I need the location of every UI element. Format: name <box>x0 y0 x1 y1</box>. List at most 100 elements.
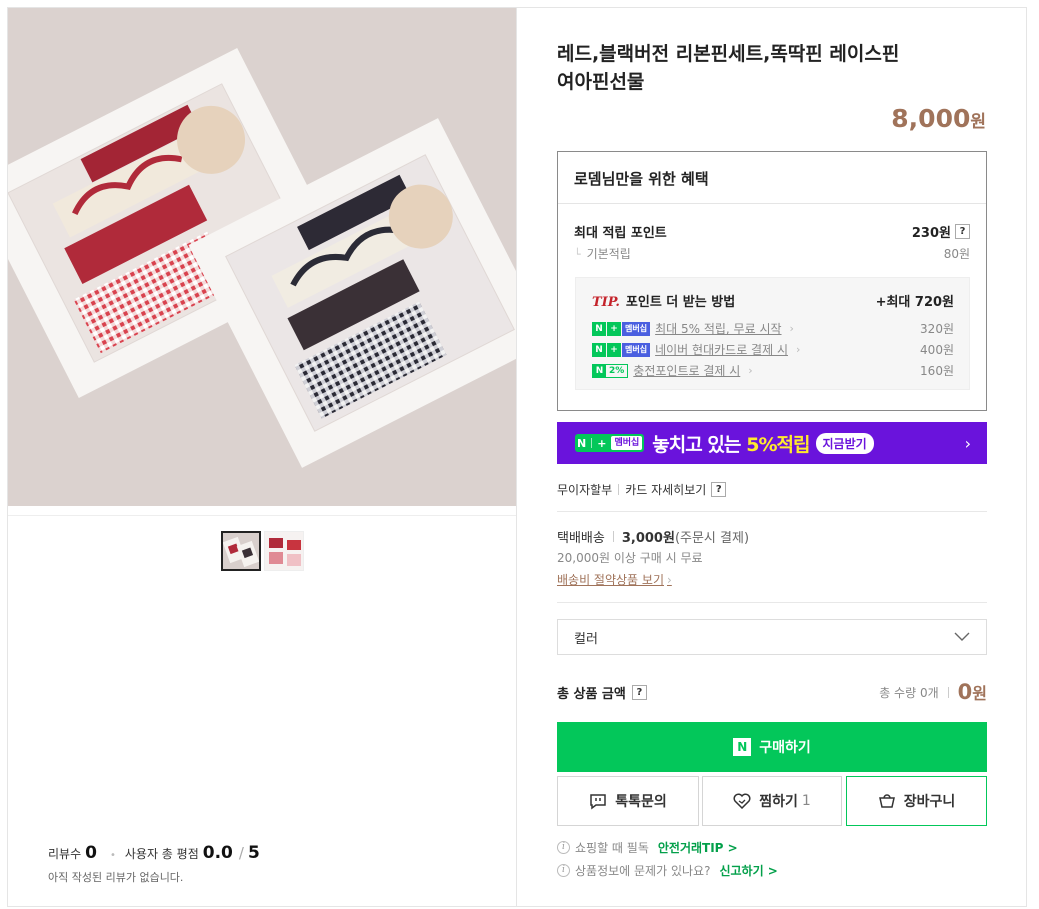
help-icon[interactable]: ? <box>711 482 727 497</box>
total-amount: 0원 <box>957 680 987 704</box>
rating-label: 사용자 총 평점 <box>124 847 199 861</box>
talk-inquiry-button[interactable]: 톡톡문의 <box>557 776 699 826</box>
chevron-right-icon: › <box>748 364 753 377</box>
price-unit: 원 <box>970 112 986 132</box>
tip-row-charge[interactable]: N 2% 충전포인트로 결제 시 › 160원 <box>592 362 954 379</box>
tip-link[interactable]: 네이버 현대카드로 결제 시 <box>655 341 788 358</box>
info-icon: i <box>557 841 570 854</box>
buy-button[interactable]: N 구매하기 <box>557 722 987 772</box>
chevron-right-icon: › <box>964 433 971 453</box>
membership-banner[interactable]: N + 멤버십 놓치고 있는 5%적립 지금받기 › <box>557 422 987 464</box>
price-value: 8,000 <box>891 104 971 133</box>
heart-icon <box>733 793 751 809</box>
max-points-label: 최대 적립 포인트 <box>574 226 667 241</box>
membership-badge: N + 멤버십 <box>592 321 651 336</box>
card-info-row: 무이자할부 카드 자세히보기 ? <box>557 481 727 498</box>
safe-trade-prefix: 쇼핑할 때 필독 <box>575 841 649 855</box>
banner-highlight: 5%적립 <box>746 433 810 456</box>
shipping-type: 택배배송 <box>557 531 605 546</box>
charge-points-badge: N 2% <box>592 363 629 378</box>
benefit-box: 로뎀님만을 위한 혜택 최대 적립 포인트 230원? └ 기본적립 80원 TI… <box>557 151 987 411</box>
report-prefix: 상품정보에 문제가 있나요? <box>575 864 711 878</box>
separator <box>947 686 949 698</box>
image-divider <box>8 515 516 516</box>
tip-header: TIP. 포인트 더 받는 방법 +최대 720원 <box>592 291 954 310</box>
thumbnail-2-image <box>265 532 303 570</box>
product-price: 8,000원 <box>891 104 986 133</box>
tree-branch-icon: └ <box>574 248 581 261</box>
tip-label: TIP. <box>592 295 620 310</box>
product-title: 레드,블랙버전 리본핀세트,똑딱핀 레이스핀 여아핀선물 <box>557 40 977 96</box>
base-points-row: └ 기본적립 80원 <box>574 245 970 262</box>
base-points-label: 기본적립 <box>586 247 631 261</box>
separator <box>618 484 620 495</box>
thumbnail-strip <box>221 531 304 571</box>
benefit-heading: 로뎀님만을 위한 혜택 <box>558 152 986 204</box>
chevron-down-icon <box>954 632 970 641</box>
safe-trade-notice: i 쇼핑할 때 필독 안전거래TIP > <box>557 839 738 856</box>
review-summary: 리뷰수 0 • 사용자 총 평점 0.0 / 5 <box>48 843 264 863</box>
shipping-fee: 3,000원 <box>621 531 675 546</box>
free-shipping-condition: 20,000원 이상 구매 시 무료 <box>557 551 703 565</box>
cart-button-label: 장바구니 <box>903 794 956 810</box>
max-points-row: 최대 적립 포인트 230원? <box>574 222 970 241</box>
section-divider <box>557 511 987 512</box>
color-option-select[interactable]: 컬러 <box>557 619 987 655</box>
chevron-right-icon: › <box>795 343 801 356</box>
separator-dot: • <box>109 850 116 861</box>
chevron-right-icon: › <box>789 322 794 335</box>
tip-row-card[interactable]: N + 멤버십 네이버 현대카드로 결제 시 › 400원 <box>592 341 954 358</box>
naver-pay-icon: N <box>733 738 752 756</box>
report-notice: i 상품정보에 문제가 있나요? 신고하기 > <box>557 862 778 879</box>
info-icon: i <box>557 864 570 877</box>
safe-trade-link[interactable]: 안전거래TIP > <box>658 839 738 856</box>
review-count-label: 리뷰수 <box>48 847 82 861</box>
chat-icon <box>590 793 606 809</box>
talk-button-label: 톡톡문의 <box>615 794 667 810</box>
card-detail-link[interactable]: 카드 자세히보기 <box>625 481 706 498</box>
tip-value: 320원 <box>920 322 954 336</box>
rating-max: 5 <box>247 843 260 863</box>
product-photo-illustration <box>8 8 516 506</box>
base-points-value: 80원 <box>943 247 970 261</box>
thumbnail-1-image <box>223 533 259 569</box>
review-empty-message: 아직 작성된 리뷰가 없습니다. <box>48 871 184 884</box>
review-count: 0 <box>85 843 97 863</box>
basket-icon <box>878 794 895 808</box>
section-divider <box>557 602 987 603</box>
rating-value: 0.0 <box>202 843 233 863</box>
main-product-image[interactable] <box>8 8 516 506</box>
banner-get-button[interactable]: 지금받기 <box>815 432 874 454</box>
shipping-save-link[interactable]: 배송비 절약상품 보기 › <box>557 571 672 588</box>
wish-count: 1 <box>801 793 811 809</box>
tip-link[interactable]: 충전포인트로 결제 시 <box>633 362 740 379</box>
interest-free-label: 무이자할부 <box>557 483 613 497</box>
help-icon[interactable]: ? <box>631 684 647 700</box>
product-title-line2: 여아핀선물 <box>557 71 645 93</box>
cart-button[interactable]: 장바구니 <box>846 776 987 826</box>
banner-text: 놓치고 있는 <box>652 433 741 456</box>
tip-link[interactable]: 최대 5% 적립, 무료 시작 <box>655 320 781 337</box>
total-row: 총 상품 금액? 총 수량 0개 0원 <box>557 680 987 704</box>
membership-badge: N + 멤버십 <box>592 342 651 357</box>
select-placeholder: 컬러 <box>574 631 598 647</box>
wish-button[interactable]: 찜하기 1 <box>702 776 842 826</box>
total-label: 총 상품 금액 <box>557 686 626 702</box>
chevron-right-icon: › <box>667 573 672 587</box>
buy-button-label: 구매하기 <box>759 740 811 756</box>
report-link[interactable]: 신고하기 > <box>719 862 777 879</box>
max-points-value: 230원 <box>911 226 951 241</box>
membership-badge: N + 멤버십 <box>575 434 645 452</box>
column-divider <box>516 7 517 907</box>
rating-slash: / <box>238 844 244 862</box>
help-icon[interactable]: ? <box>955 224 970 239</box>
tip-title: 포인트 더 받는 방법 <box>625 295 736 310</box>
separator <box>612 531 614 542</box>
tip-row-membership[interactable]: N + 멤버십 최대 5% 적립, 무료 시작 › 320원 <box>592 320 954 337</box>
tip-box: TIP. 포인트 더 받는 방법 +최대 720원 N + 멤버십 최대 5% 적립,… <box>575 277 970 390</box>
total-qty: 총 수량 0개 <box>879 685 939 700</box>
shipping-fee-note: (주문시 결제) <box>674 531 750 546</box>
thumbnail-1[interactable] <box>221 531 261 571</box>
tip-max: +최대 720원 <box>875 295 954 310</box>
thumbnail-2[interactable] <box>264 531 304 571</box>
